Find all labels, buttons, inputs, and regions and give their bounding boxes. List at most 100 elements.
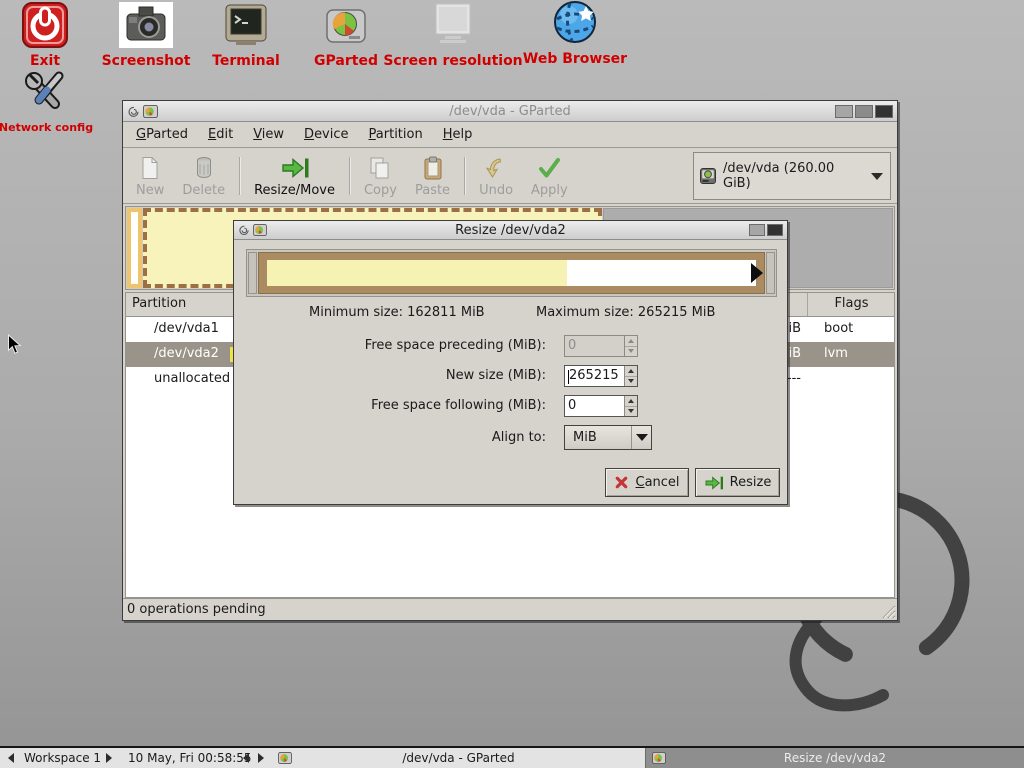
pending-operations-text: 0 operations pending	[127, 602, 266, 617]
close-button[interactable]	[875, 105, 893, 118]
spin-down-icon	[628, 379, 634, 383]
toolbar-new-button[interactable]: New	[127, 151, 173, 201]
toolbar-resize-move-button[interactable]: Resize/Move	[245, 151, 344, 201]
dialog-close-button[interactable]	[767, 224, 783, 236]
main-window-titlebar[interactable]: /dev/vda - GParted	[123, 101, 897, 122]
toolbar-separator	[464, 157, 465, 195]
partition-name: /dev/vda2	[154, 346, 219, 361]
camera-icon	[119, 2, 173, 48]
wm-swirl-icon	[238, 224, 250, 236]
minimize-button[interactable]	[835, 105, 853, 118]
desktop-icon-label: Web Browser	[523, 51, 627, 67]
new-size-label: New size (MiB):	[234, 368, 546, 383]
workspace-next-arrow[interactable]	[106, 748, 112, 768]
device-selector[interactable]: /dev/vda (260.00 GiB)	[693, 152, 891, 200]
desktop-icon-screen-resolution[interactable]: Screen resolution	[383, 2, 523, 69]
new-partition-icon	[139, 156, 161, 180]
desktop-icon-web-browser[interactable]: Web Browser	[505, 0, 645, 67]
spin-down-icon	[628, 409, 634, 413]
gparted-app-icon	[253, 224, 267, 236]
wm-swirl-icon	[127, 105, 140, 118]
workspace-prev-arrow[interactable]	[8, 748, 14, 768]
slider-right-handle-arrow-icon[interactable]	[751, 263, 763, 283]
spin-buttons	[624, 336, 637, 356]
spinbox-value: 0	[565, 396, 624, 416]
resize-arrow-icon	[704, 475, 724, 491]
menu-partition[interactable]: Partition	[362, 124, 430, 145]
toolbar-button-label: New	[136, 183, 164, 198]
minimum-size-label: Minimum size: 162811 MiB	[309, 305, 485, 320]
align-to-label: Align to:	[234, 430, 546, 445]
toolbar: New Delete Resize/Move Copy Paste	[123, 147, 897, 204]
partition-name: unallocated	[154, 371, 230, 386]
statusbar: 0 operations pending	[123, 598, 897, 620]
taskbar-task-resize-dialog[interactable]: Resize /dev/vda2	[645, 748, 1024, 768]
spin-buttons[interactable]	[624, 366, 637, 386]
align-to-dropdown[interactable]: MiB	[564, 425, 652, 450]
toolbar-apply-button[interactable]: Apply	[522, 151, 577, 201]
toolbar-paste-button[interactable]: Paste	[406, 151, 459, 201]
window-resize-grip[interactable]	[881, 604, 896, 619]
new-size-spinbox[interactable]: 265215	[564, 365, 638, 387]
slider-right-grip[interactable]	[766, 252, 775, 294]
task-next-arrow[interactable]	[258, 748, 264, 768]
dialog-maximize-button[interactable]	[749, 224, 765, 236]
free-space-following-spinbox[interactable]: 0	[564, 395, 638, 417]
delete-icon	[193, 156, 215, 180]
menu-help[interactable]: Help	[436, 124, 480, 145]
slider-partition-bar	[267, 260, 756, 286]
column-header-partition: Partition	[126, 293, 236, 316]
free-space-preceding-label: Free space preceding (MiB):	[234, 338, 546, 353]
device-dropdown-arrow[interactable]	[869, 153, 885, 199]
dialog-titlebar[interactable]: Resize /dev/vda2	[234, 221, 787, 240]
workspace-label: Workspace 1	[24, 748, 101, 768]
resize-button-label: Resize	[730, 475, 772, 490]
tools-icon	[23, 70, 69, 116]
desktop-icon-label: Terminal	[212, 53, 280, 69]
slider-left-grip[interactable]	[248, 252, 257, 294]
toolbar-separator	[349, 157, 350, 195]
toolbar-button-label: Copy	[364, 183, 397, 198]
paste-icon	[422, 156, 444, 180]
free-space-following-label: Free space following (MiB):	[234, 398, 546, 413]
resize-move-icon	[281, 156, 309, 180]
spin-buttons[interactable]	[624, 396, 637, 416]
menu-gparted[interactable]: GParted	[129, 124, 195, 145]
taskbar: Workspace 1 10 May, Fri 00:58:55 /dev/vd…	[0, 746, 1024, 768]
menu-view[interactable]: View	[246, 124, 291, 145]
menu-edit[interactable]: Edit	[201, 124, 240, 145]
toolbar-copy-button[interactable]: Copy	[355, 151, 406, 201]
exit-icon	[21, 2, 69, 48]
menu-device[interactable]: Device	[297, 124, 355, 145]
spin-up-icon	[628, 369, 634, 373]
spinbox-value: 0	[565, 336, 624, 356]
partition-name: /dev/vda1	[154, 321, 219, 336]
task-label: /dev/vda - GParted	[272, 751, 645, 765]
resize-slider[interactable]	[246, 249, 777, 297]
maximum-size-label: Maximum size: 265215 MiB	[536, 305, 715, 320]
resize-button[interactable]: Resize	[695, 468, 780, 497]
desktop-icon-label: Network config	[0, 121, 93, 134]
task-prev-arrow[interactable]	[243, 748, 249, 768]
gparted-task-icon	[278, 752, 292, 764]
device-label: /dev/vda (260.00 GiB)	[723, 161, 863, 191]
cancel-button[interactable]: Cancel	[605, 468, 689, 497]
mouse-cursor	[7, 334, 22, 355]
copy-icon	[368, 156, 392, 180]
maximize-button[interactable]	[855, 105, 873, 118]
drive-icon	[699, 167, 717, 185]
menubar: GParted Edit View Device Partition Help	[123, 122, 897, 147]
toolbar-delete-button[interactable]: Delete	[173, 151, 234, 201]
toolbar-button-label: Apply	[531, 183, 568, 198]
visual-partition-vda1[interactable]	[127, 208, 142, 288]
toolbar-button-label: Undo	[479, 183, 513, 198]
spin-up-icon	[628, 399, 634, 403]
toolbar-button-label: Resize/Move	[254, 183, 335, 198]
spin-up-icon	[628, 339, 634, 343]
taskbar-task-gparted[interactable]: /dev/vda - GParted	[272, 748, 645, 768]
desktop-icon-label: Exit	[30, 53, 60, 69]
gparted-task-icon	[652, 752, 666, 764]
desktop-icon-network-config[interactable]: Network config	[0, 70, 116, 134]
toolbar-undo-button[interactable]: Undo	[470, 151, 522, 201]
dropdown-arrow	[631, 426, 651, 449]
